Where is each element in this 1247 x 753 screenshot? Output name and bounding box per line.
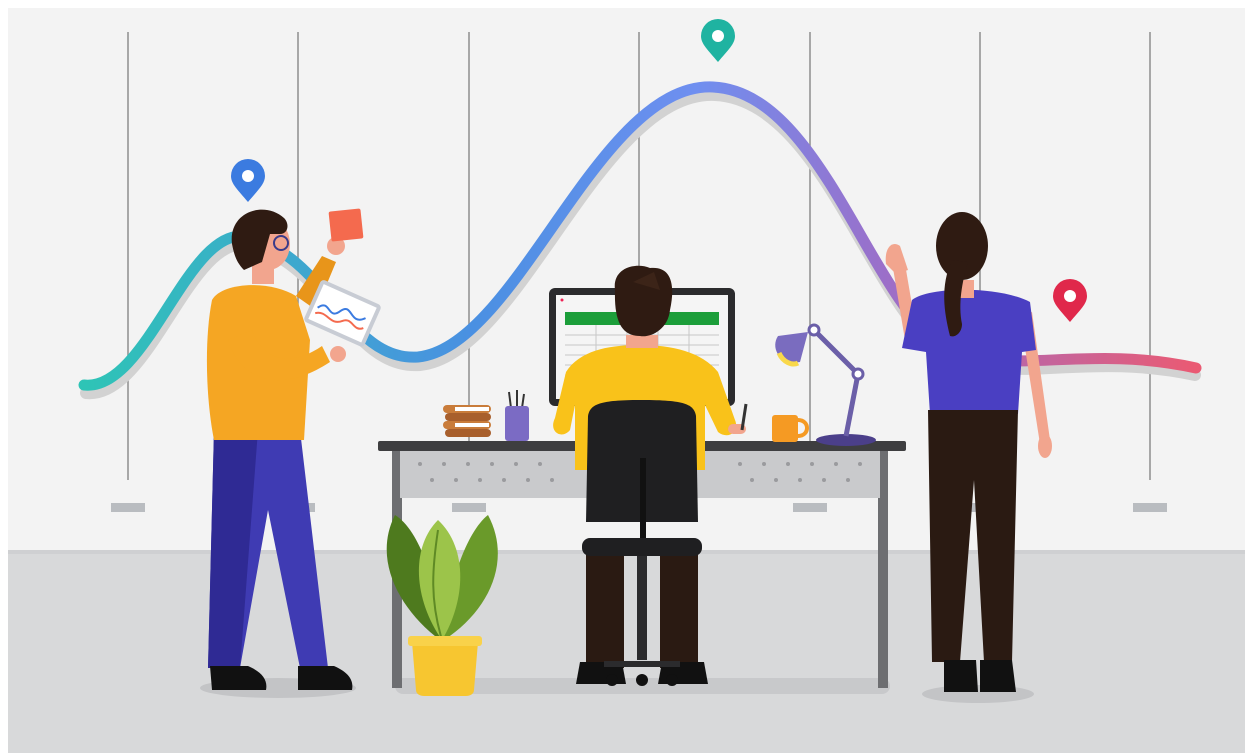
floor <box>8 550 1245 753</box>
woman-shadow <box>922 685 1034 703</box>
analytics-team-illustration <box>8 8 1245 753</box>
books-icon <box>443 405 491 437</box>
sticky-note <box>328 208 364 242</box>
